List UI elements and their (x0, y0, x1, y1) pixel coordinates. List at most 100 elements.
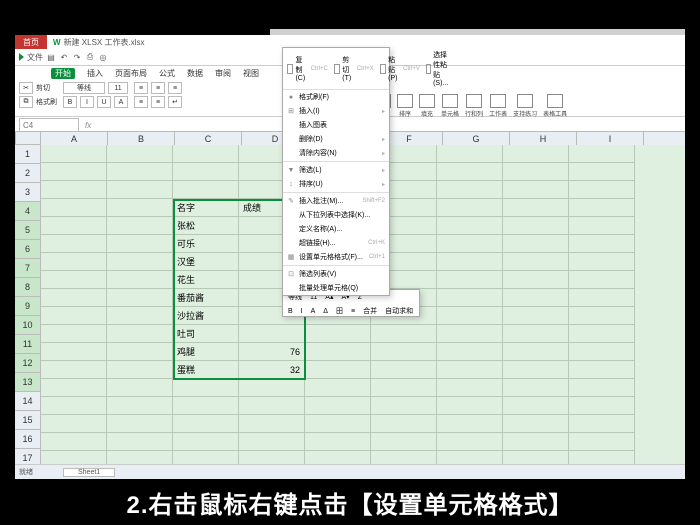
col-header[interactable]: H (510, 132, 577, 146)
cell-A13[interactable] (41, 361, 107, 379)
cell-A17[interactable] (41, 433, 107, 451)
cell-I1[interactable] (569, 145, 635, 163)
cell-B14[interactable] (107, 379, 173, 397)
bold-button[interactable]: B (63, 96, 77, 108)
cell-A5[interactable] (41, 217, 107, 235)
italic-button[interactable]: I (80, 96, 94, 108)
ctx-item[interactable]: 从下拉列表中选择(K)... (283, 208, 389, 222)
mini-btn[interactable]: Δ (320, 307, 331, 316)
cell-C5[interactable]: 张松 (173, 217, 239, 235)
cell-C2[interactable] (173, 163, 239, 181)
ribbon-button[interactable]: 排序 (397, 94, 413, 118)
align-top-icon[interactable]: ≡ (134, 96, 148, 108)
cell-E15[interactable] (305, 397, 371, 415)
mini-btn[interactable]: B (285, 307, 296, 316)
cell-H10[interactable] (503, 307, 569, 325)
cell-D15[interactable] (239, 397, 305, 415)
cell-A14[interactable] (41, 379, 107, 397)
cell-B8[interactable] (107, 271, 173, 289)
cell-E12[interactable] (305, 343, 371, 361)
row-header[interactable]: 4 (15, 202, 41, 221)
cell-G10[interactable] (437, 307, 503, 325)
cell-I17[interactable] (569, 433, 635, 451)
cell-B1[interactable] (107, 145, 173, 163)
cell-D14[interactable] (239, 379, 305, 397)
cell-B17[interactable] (107, 433, 173, 451)
cell-B16[interactable] (107, 415, 173, 433)
tab-view[interactable]: 视图 (243, 68, 259, 79)
cell-I10[interactable] (569, 307, 635, 325)
cell-C4[interactable]: 名字 (173, 199, 239, 217)
cell-I4[interactable] (569, 199, 635, 217)
cell-B15[interactable] (107, 397, 173, 415)
row-header[interactable]: 15 (15, 411, 41, 430)
cell-A2[interactable] (41, 163, 107, 181)
cell-B11[interactable] (107, 325, 173, 343)
mini-btn[interactable]: 田 (333, 305, 346, 317)
row-header[interactable]: 10 (15, 316, 41, 335)
cell-C9[interactable]: 番茄酱 (173, 289, 239, 307)
tab-data[interactable]: 数据 (187, 68, 203, 79)
col-header[interactable]: G (443, 132, 510, 146)
cell-D16[interactable] (239, 415, 305, 433)
tab-review[interactable]: 审阅 (215, 68, 231, 79)
wrap-icon[interactable]: ↵ (168, 96, 182, 108)
row-header[interactable]: 2 (15, 164, 41, 183)
cell-C10[interactable]: 沙拉酱 (173, 307, 239, 325)
cell-C14[interactable] (173, 379, 239, 397)
row-header[interactable]: 9 (15, 297, 41, 316)
ribbon-button[interactable]: 支持练习 (513, 94, 537, 118)
save-icon[interactable]: ▤ (46, 52, 56, 62)
cell-G11[interactable] (437, 325, 503, 343)
ribbon-button[interactable]: 填充 (419, 94, 435, 118)
cell-I11[interactable] (569, 325, 635, 343)
size-select[interactable]: 11 (108, 82, 128, 94)
cell-I15[interactable] (569, 397, 635, 415)
cell-H13[interactable] (503, 361, 569, 379)
ctx-item[interactable]: 清除内容(N)▸ (283, 146, 389, 160)
cell-C13[interactable]: 蛋糕 (173, 361, 239, 379)
ctx-item[interactable]: 插入图表 (283, 118, 389, 132)
mini-btn[interactable]: I (298, 307, 306, 316)
cell-F15[interactable] (371, 397, 437, 415)
cell-A12[interactable] (41, 343, 107, 361)
cell-G5[interactable] (437, 217, 503, 235)
cell-H11[interactable] (503, 325, 569, 343)
cell-I2[interactable] (569, 163, 635, 181)
cell-G9[interactable] (437, 289, 503, 307)
row-header[interactable]: 8 (15, 278, 41, 297)
cell-B5[interactable] (107, 217, 173, 235)
cell-F12[interactable] (371, 343, 437, 361)
align-mid-icon[interactable]: ≡ (151, 96, 165, 108)
file-menu-icon[interactable] (19, 53, 24, 61)
col-header[interactable]: A (41, 132, 108, 146)
col-header[interactable]: I (577, 132, 644, 146)
row-header[interactable]: 11 (15, 335, 41, 354)
underline-button[interactable]: U (97, 96, 111, 108)
cell-C6[interactable]: 可乐 (173, 235, 239, 253)
cell-G12[interactable] (437, 343, 503, 361)
fx-icon[interactable]: fx (85, 121, 91, 130)
ctx-item[interactable]: ↕排序(U)▸ (283, 177, 389, 191)
cell-G4[interactable] (437, 199, 503, 217)
cell-G8[interactable] (437, 271, 503, 289)
cell-G3[interactable] (437, 181, 503, 199)
cell-G6[interactable] (437, 235, 503, 253)
align-left-icon[interactable]: ≡ (134, 82, 148, 94)
cell-G13[interactable] (437, 361, 503, 379)
align-right-icon[interactable]: ≡ (168, 82, 182, 94)
cell-H3[interactable] (503, 181, 569, 199)
col-header[interactable]: B (108, 132, 175, 146)
ctx-item[interactable]: 超链接(H)...Ctrl+K (283, 236, 389, 250)
ctx-top-item[interactable]: 粘贴(P)Ctrl+V (380, 50, 420, 87)
tab-formula[interactable]: 公式 (159, 68, 175, 79)
row-header[interactable]: 13 (15, 373, 41, 392)
cell-B7[interactable] (107, 253, 173, 271)
cell-E11[interactable] (305, 325, 371, 343)
cell-D12[interactable]: 76 (239, 343, 305, 361)
cell-A8[interactable] (41, 271, 107, 289)
align-center-icon[interactable]: ≡ (151, 82, 165, 94)
ctx-item[interactable]: 删除(D)▸ (283, 132, 389, 146)
cell-C17[interactable] (173, 433, 239, 451)
print-icon[interactable]: ⎙ (85, 52, 95, 62)
